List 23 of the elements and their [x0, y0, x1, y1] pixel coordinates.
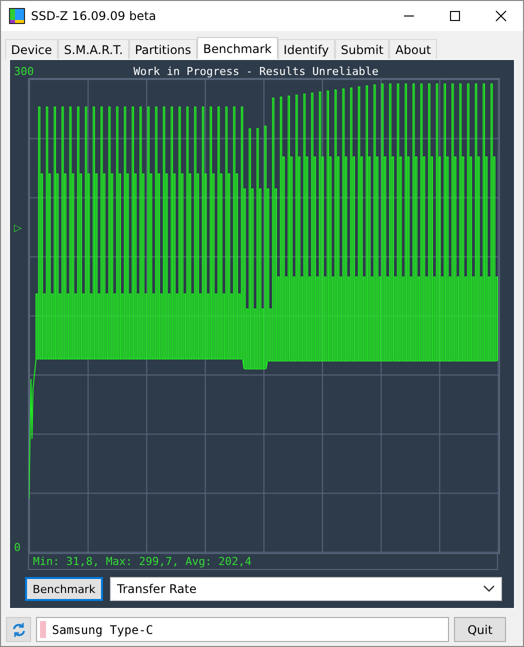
- chevron-icon: [483, 585, 495, 593]
- axis-label: 0: [14, 541, 22, 554]
- tab[interactable]: S.M.A.R.T.: [58, 39, 129, 59]
- window-title: SSD-Z 16.09.09 beta: [31, 9, 156, 23]
- tab[interactable]: Device: [5, 39, 58, 59]
- tab[interactable]: Identify: [278, 39, 335, 59]
- quit-button[interactable]: Quit: [454, 617, 506, 642]
- graph-title: Work in Progress - Results Unreliable: [132, 64, 380, 78]
- app-icon: [9, 8, 25, 24]
- maximize-icon[interactable]: [449, 10, 461, 22]
- close-icon[interactable]: [495, 10, 507, 22]
- refresh-button[interactable]: [6, 617, 31, 642]
- mode-dropdown[interactable]: Transfer Rate: [110, 577, 502, 601]
- benchmark-button[interactable]: Benchmark: [25, 577, 103, 601]
- tab[interactable]: Submit: [334, 39, 390, 59]
- stats-text: Min: 31,8, Max: 299,7, Avg: 202,4: [28, 554, 498, 570]
- tab[interactable]: Benchmark: [197, 37, 278, 59]
- tab[interactable]: Partitions: [128, 39, 198, 59]
- tab[interactable]: About: [389, 39, 437, 59]
- refresh-icon: [10, 622, 26, 638]
- device-field[interactable]: Samsung Type-C: [36, 617, 449, 642]
- marker-glyph: ▷: [14, 223, 23, 234]
- axis-label: 300: [14, 64, 32, 78]
